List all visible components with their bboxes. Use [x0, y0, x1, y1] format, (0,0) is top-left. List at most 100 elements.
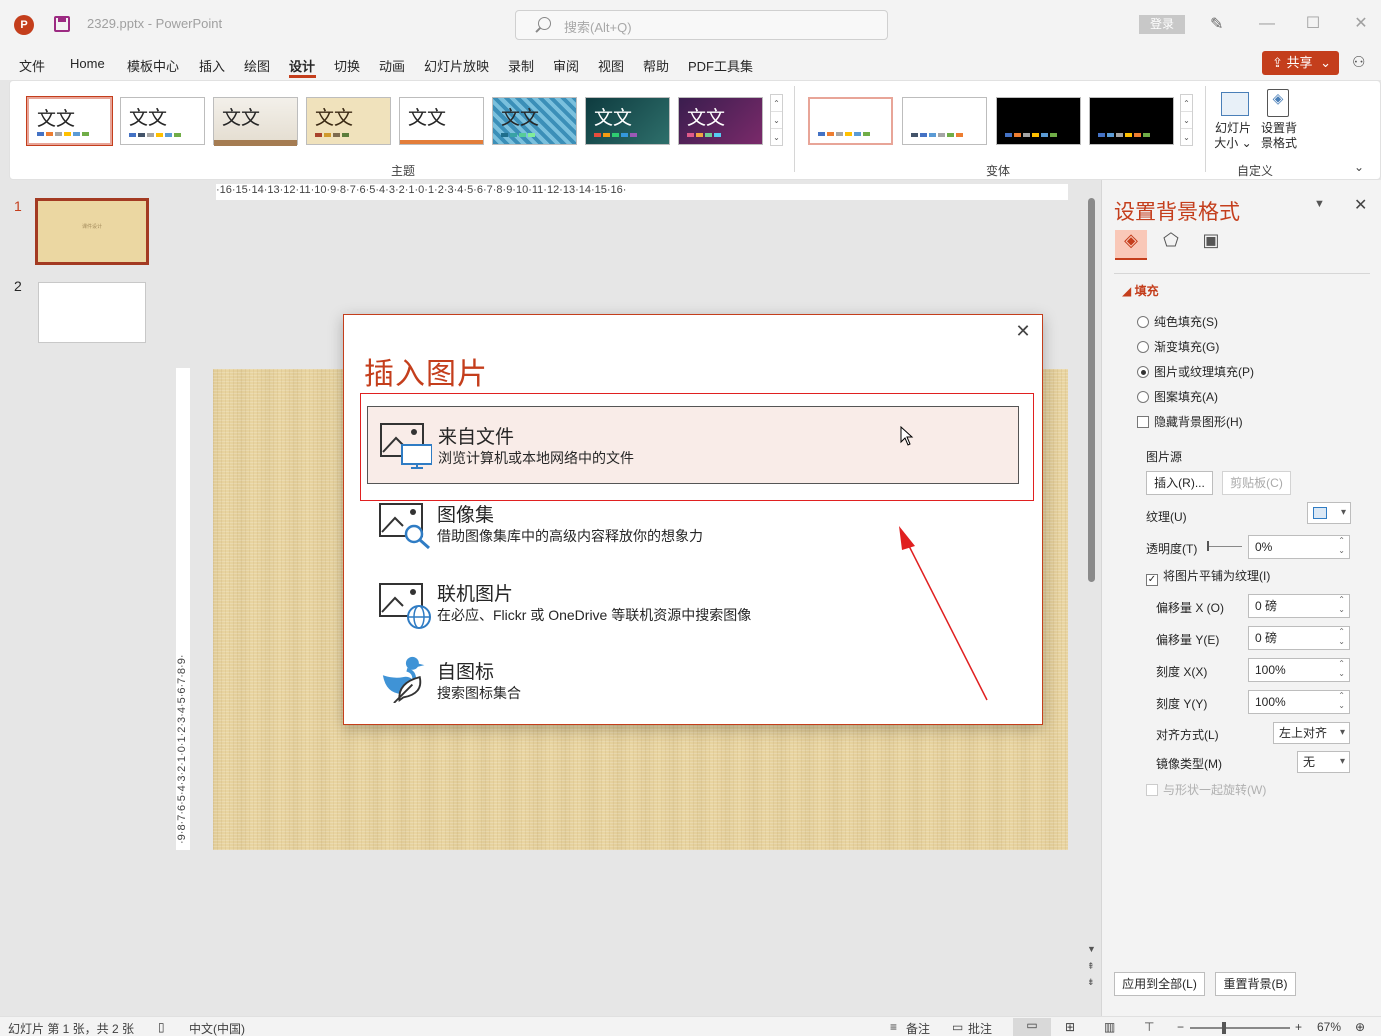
- fill-bucket-icon[interactable]: ◈: [1115, 230, 1147, 260]
- reading-view-icon[interactable]: ▥: [1104, 1020, 1115, 1034]
- scrollbar-thumb[interactable]: [1088, 198, 1095, 582]
- reset-background-button[interactable]: 重置背景(B): [1215, 972, 1296, 996]
- theme-2[interactable]: 文文: [120, 97, 205, 145]
- slide-thumbnail-2[interactable]: [38, 282, 146, 343]
- insert-picture-button[interactable]: 插入(R)...: [1146, 471, 1213, 495]
- fill-section-header[interactable]: ◢ 填充: [1122, 282, 1159, 299]
- apply-to-all-button[interactable]: 应用到全部(L): [1114, 972, 1205, 996]
- slide-size-icon[interactable]: [1221, 92, 1249, 116]
- language-status[interactable]: 中文(中国): [189, 1020, 245, 1036]
- offset-x-spinner[interactable]: 0 磅: [1248, 594, 1350, 618]
- option-from-file[interactable]: 来自文件 浏览计算机或本地网络中的文件: [367, 406, 1019, 484]
- alignment-dropdown[interactable]: 左上对齐: [1273, 722, 1350, 744]
- slideshow-view-icon[interactable]: ⊤: [1144, 1020, 1154, 1034]
- zoom-slider[interactable]: [1190, 1027, 1290, 1029]
- offset-y-spinner[interactable]: 0 磅: [1248, 626, 1350, 650]
- theme-7[interactable]: 文文: [585, 97, 670, 145]
- share-button[interactable]: ⇪ 共享 ⌄: [1262, 51, 1339, 75]
- tab-insert[interactable]: 插入: [199, 56, 225, 75]
- comments-button[interactable]: 批注: [968, 1020, 992, 1036]
- radio-solid-fill[interactable]: 纯色填充(S): [1137, 313, 1218, 330]
- notes-button[interactable]: 备注: [906, 1020, 930, 1036]
- checkbox[interactable]: [1137, 416, 1149, 428]
- dialog-close-button[interactable]: ✕: [1011, 319, 1035, 343]
- accessibility-icon[interactable]: ▯: [158, 1020, 165, 1034]
- normal-view-icon[interactable]: ▭: [1013, 1018, 1051, 1036]
- tab-home[interactable]: Home: [70, 56, 105, 71]
- tab-draw[interactable]: 绘图: [244, 56, 270, 75]
- scale-x-spinner[interactable]: 100%: [1248, 658, 1350, 682]
- tab-animations[interactable]: 动画: [379, 56, 405, 75]
- collapse-ribbon-icon[interactable]: ⌄: [1354, 160, 1364, 174]
- effects-pentagon-icon[interactable]: ⬠: [1155, 230, 1187, 260]
- theme-office[interactable]: 文文: [26, 96, 113, 146]
- minimize-button[interactable]: —: [1255, 12, 1279, 36]
- radio-gradient-fill[interactable]: 渐变填充(G): [1137, 338, 1219, 355]
- slide-thumbnail-1[interactable]: 课件设计: [35, 198, 149, 265]
- theme-6[interactable]: 文文: [492, 97, 577, 145]
- tab-file[interactable]: 文件: [19, 56, 45, 75]
- gallery-more-icon[interactable]: ⌄: [771, 129, 782, 146]
- format-background-button[interactable]: 设置背 景格式: [1258, 121, 1300, 151]
- checkbox-checked[interactable]: ✓: [1146, 574, 1158, 586]
- scale-y-spinner[interactable]: 100%: [1248, 690, 1350, 714]
- vertical-scrollbar[interactable]: ▼ ⇞ ⇟: [1086, 186, 1098, 996]
- gallery-more-icon[interactable]: ⌄: [1181, 129, 1192, 146]
- zoom-in-icon[interactable]: +: [1295, 1020, 1302, 1034]
- previous-slide-icon[interactable]: ⇞: [1087, 961, 1095, 972]
- zoom-out-icon[interactable]: −: [1177, 1020, 1184, 1034]
- variant-2[interactable]: [902, 97, 987, 145]
- radio-circle[interactable]: [1137, 316, 1149, 328]
- save-icon[interactable]: [54, 16, 70, 32]
- mirror-type-dropdown[interactable]: 无: [1297, 751, 1350, 773]
- variants-gallery-scroll[interactable]: ⌃ ⌄ ⌄: [1180, 94, 1193, 146]
- slide-size-button[interactable]: 幻灯片 大小 ⌄: [1212, 121, 1254, 151]
- next-slide-icon[interactable]: ⇟: [1087, 977, 1095, 988]
- theme-5[interactable]: 文文: [399, 97, 484, 145]
- maximize-button[interactable]: ☐: [1301, 12, 1325, 36]
- theme-4[interactable]: 文文: [306, 97, 391, 145]
- scroll-down-icon[interactable]: ⌄: [1181, 112, 1192, 129]
- login-button[interactable]: 登录: [1139, 15, 1185, 34]
- tab-transitions[interactable]: 切换: [334, 56, 360, 75]
- search-input[interactable]: 搜索(Alt+Q): [515, 10, 888, 40]
- transparency-spinner[interactable]: 0%: [1248, 535, 1350, 559]
- transparency-slider[interactable]: [1207, 546, 1242, 547]
- tab-pdf-tools[interactable]: PDF工具集: [688, 56, 753, 75]
- variant-1[interactable]: [808, 97, 893, 145]
- radio-circle[interactable]: [1137, 341, 1149, 353]
- tab-view[interactable]: 视图: [598, 56, 624, 75]
- radio-circle[interactable]: [1137, 366, 1149, 378]
- scroll-down-icon[interactable]: ▼: [1087, 944, 1096, 954]
- comments-icon[interactable]: ▭: [952, 1020, 963, 1034]
- tab-review[interactable]: 审阅: [553, 56, 579, 75]
- picture-icon[interactable]: ▣: [1195, 230, 1227, 260]
- clipboard-button[interactable]: 剪贴板(C): [1222, 471, 1291, 495]
- themes-gallery-scroll[interactable]: ⌃ ⌄ ⌄: [770, 94, 783, 146]
- person-icon[interactable]: ⚇: [1352, 53, 1372, 73]
- variant-3[interactable]: [996, 97, 1081, 145]
- slide-sorter-icon[interactable]: ⊞: [1065, 1020, 1075, 1034]
- theme-8[interactable]: 文文: [678, 97, 763, 145]
- tab-record[interactable]: 录制: [508, 56, 534, 75]
- pen-icon[interactable]: ✎: [1210, 14, 1228, 33]
- check-hide-background-graphics[interactable]: 隐藏背景图形(H): [1137, 413, 1243, 430]
- theme-3[interactable]: 文文: [213, 97, 298, 146]
- scroll-down-icon[interactable]: ⌄: [771, 112, 782, 129]
- format-background-icon[interactable]: ◈: [1267, 89, 1289, 117]
- radio-picture-fill[interactable]: 图片或纹理填充(P): [1137, 363, 1254, 380]
- pane-close-icon[interactable]: ✕: [1354, 195, 1367, 215]
- close-window-button[interactable]: ✕: [1349, 12, 1373, 36]
- notes-icon[interactable]: ≡: [890, 1020, 897, 1034]
- radio-circle[interactable]: [1137, 391, 1149, 403]
- variant-4[interactable]: [1089, 97, 1174, 145]
- tab-slideshow[interactable]: 幻灯片放映: [424, 56, 489, 75]
- zoom-slider-thumb[interactable]: [1222, 1022, 1226, 1034]
- zoom-level[interactable]: 67%: [1317, 1020, 1341, 1034]
- scroll-up-icon[interactable]: ⌃: [771, 95, 782, 112]
- fit-to-window-icon[interactable]: ⊕: [1355, 1020, 1365, 1034]
- slider-thumb[interactable]: [1207, 541, 1209, 551]
- texture-dropdown[interactable]: [1307, 502, 1351, 524]
- tab-design[interactable]: 设计: [289, 56, 315, 75]
- check-tile-picture[interactable]: ✓ 将图片平铺为纹理(I): [1146, 567, 1270, 586]
